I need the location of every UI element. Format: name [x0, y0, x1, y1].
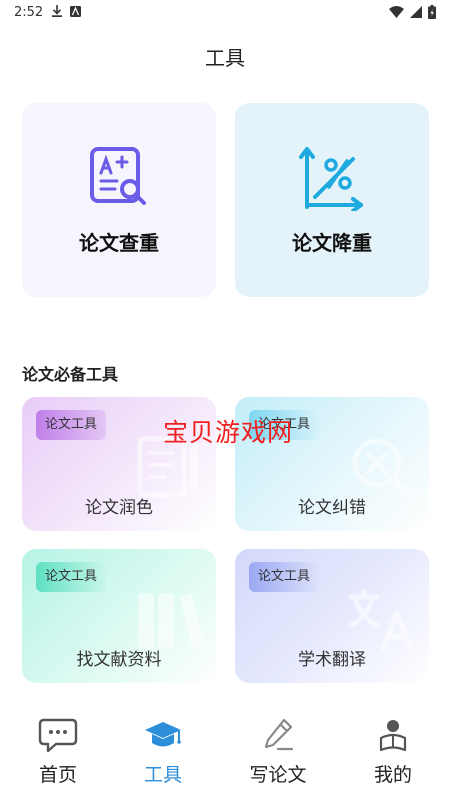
percent-chart-icon [299, 147, 363, 211]
nav-label: 首页 [38, 764, 77, 786]
nav-item-mine[interactable]: 我的 [337, 716, 449, 787]
wifi-icon [389, 6, 404, 18]
find-literature-label: 找文献资料 [76, 650, 162, 670]
document-search-icon [90, 147, 146, 205]
status-time: 2:52 [14, 5, 44, 20]
status-bar: 2:52 [0, 0, 450, 26]
paper-correction-label: 论文纠错 [298, 498, 366, 518]
nav-item-home[interactable]: 首页 [2, 716, 114, 787]
nav-item-tools[interactable]: 工具 [107, 716, 219, 787]
academic-translate-card[interactable]: 论文工具 学术翻译 [235, 549, 429, 683]
nav-label: 我的 [373, 764, 412, 786]
find-literature-card[interactable]: 论文工具 找文献资料 [22, 549, 216, 683]
page-title: 工具 [205, 46, 245, 70]
user-reading-icon [379, 720, 407, 752]
bottom-nav: 首页 工具 写论文 我的 [0, 700, 450, 800]
rewrite-reduce-label: 论文降重 [292, 231, 372, 255]
plagiarism-check-card[interactable]: 论文查重 [22, 103, 216, 297]
rewrite-reduce-card[interactable]: 论文降重 [235, 103, 429, 297]
section-title: 论文必备工具 [22, 365, 119, 384]
download-icon [52, 5, 62, 17]
chat-bubble-icon [38, 718, 78, 753]
app-notification-icon [70, 5, 81, 17]
tool-tag: 论文工具 [249, 562, 320, 592]
plagiarism-check-label: 论文查重 [79, 231, 159, 255]
signal-icon [410, 6, 422, 18]
nav-item-write-paper[interactable]: 写论文 [222, 716, 334, 787]
academic-translate-label: 学术翻译 [298, 650, 366, 670]
nav-label: 工具 [143, 764, 182, 786]
tool-tag: 论文工具 [36, 562, 107, 592]
nav-label: 写论文 [249, 764, 307, 786]
watermark-text: 宝贝游戏网 [163, 418, 294, 447]
tool-tag: 论文工具 [36, 410, 107, 440]
pencil-icon [264, 718, 294, 751]
battery-icon [428, 5, 436, 19]
paper-polish-label: 论文润色 [85, 498, 153, 518]
graduation-cap-icon [145, 722, 181, 747]
